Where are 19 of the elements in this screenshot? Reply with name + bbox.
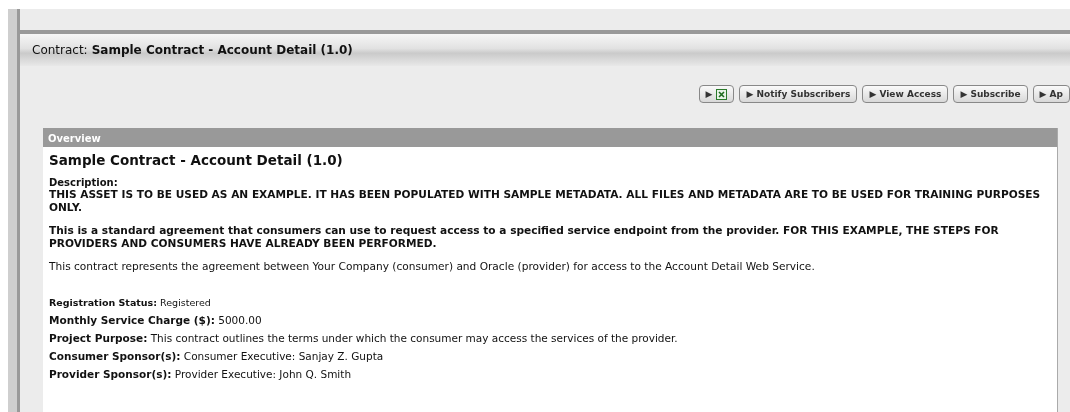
description-text: This contract represents the agreement between Your Company (consumer) and Oracle (provider) for access to the Account Detail Web Service.: [49, 260, 816, 273]
action-button[interactable]: ▶ Notify Subscribers: [739, 85, 858, 103]
description-label: Description:: [49, 177, 119, 188]
detail-field: Monthly Service Charge ($): 5000.00: [49, 314, 1051, 327]
asset-title: Sample Contract - Account Detail (1.0): [49, 152, 344, 168]
export-button[interactable]: ▶: [698, 85, 735, 103]
action-button[interactable]: ▶ Subscribe: [953, 85, 1028, 103]
action-button[interactable]: ▶ Ap: [1032, 85, 1070, 103]
contract-title: Sample Contract - Account Detail (1.0): [91, 43, 353, 57]
detail-field: Project Purpose: This contract outlines the terms under which the consumer may access the services of the provider.: [49, 332, 1051, 345]
panel-heading: Overview: [43, 128, 1057, 147]
detail-field: Registration Status: Registered: [49, 297, 1051, 309]
detail-field: Provider Sponsor(s): Provider Executive: John Q. Smith: [49, 368, 1051, 381]
detail-field: Consumer Sponsor(s): Consumer Executive: Sanjay Z. Gupta: [49, 350, 1051, 363]
description-text: This is a standard agreement that consumers can use to request access to a specified service endpoint from the provider. FOR THIS EXAMPLE, THE STEPS FOR PROVIDERS AND CONSUMERS HAVE ALREADY BEEN PERFORMED.: [49, 224, 1000, 250]
description-text: THIS ASSET IS TO BE USED AS AN EXAMPLE. IT HAS BEEN POPULATED WITH SAMPLE METADATA. ALL FILES AND METADATA ARE TO BE USED FOR TRAINING PURPOSES ONLY.: [49, 188, 1042, 214]
header-label: Contract:: [32, 43, 88, 57]
spreadsheet-icon: [716, 88, 728, 100]
action-button[interactable]: ▶ View Access: [862, 85, 949, 103]
